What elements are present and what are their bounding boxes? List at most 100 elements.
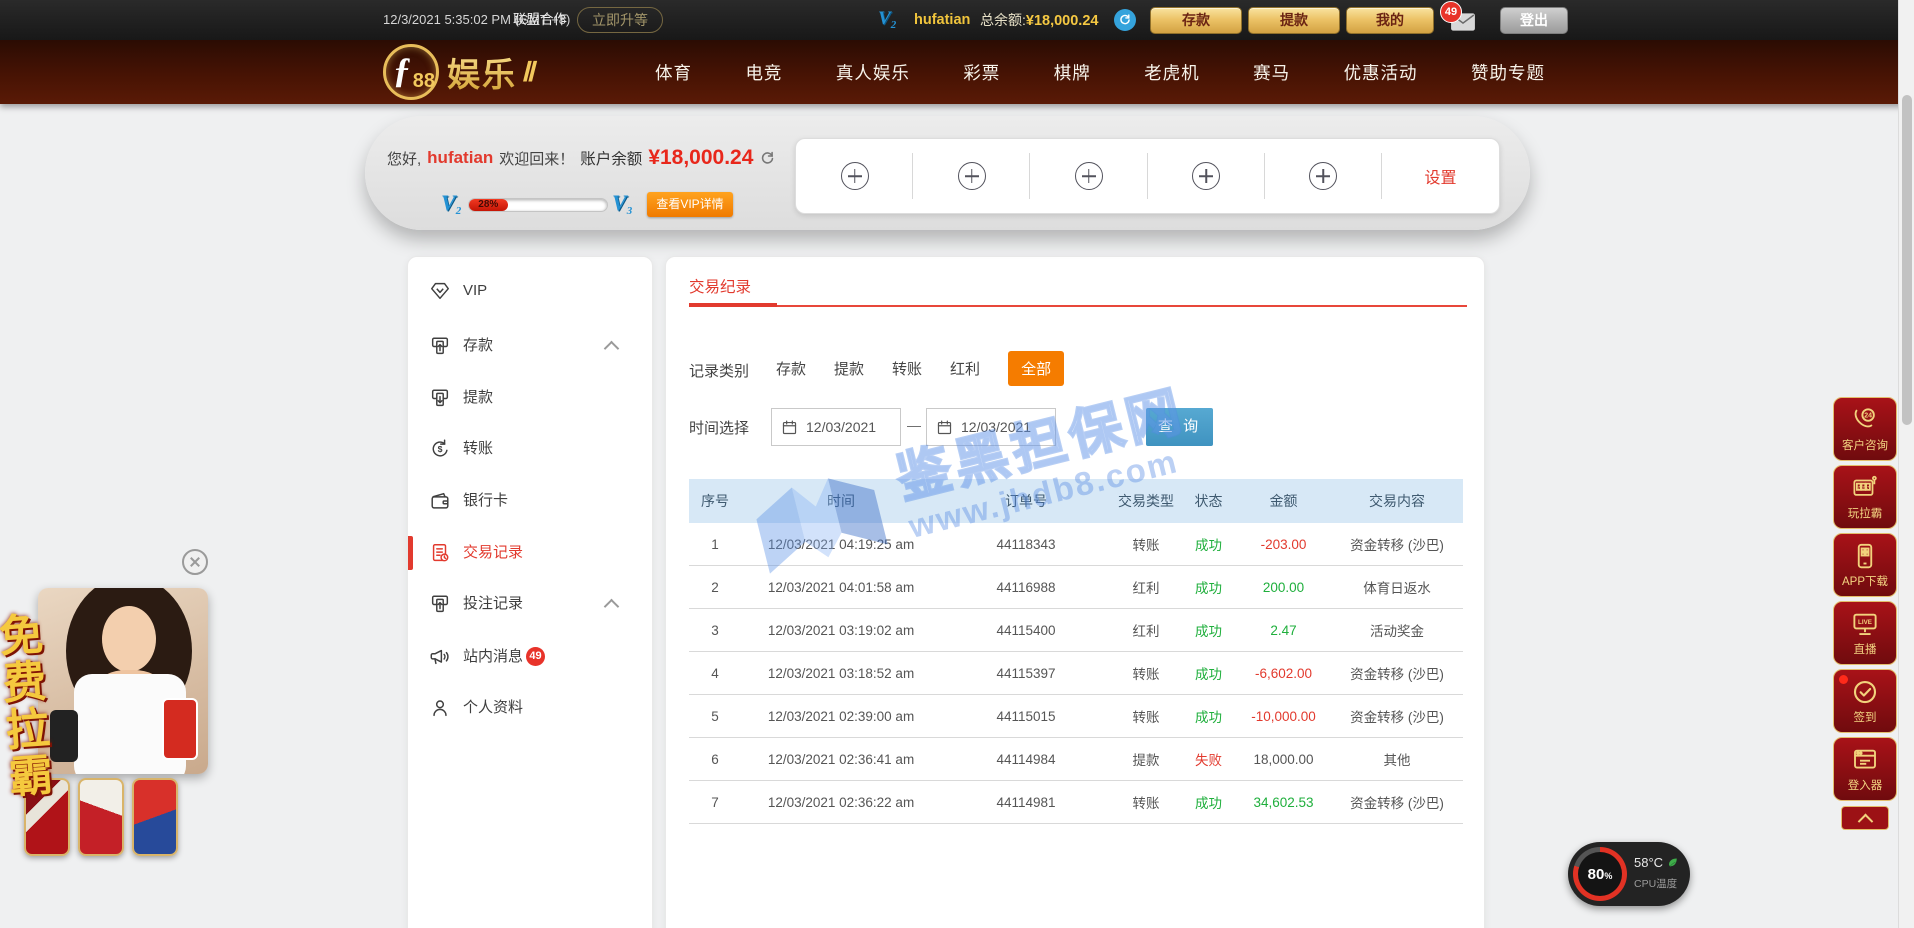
cell-type: 转账 (1111, 781, 1181, 824)
cell-no: 6 (689, 738, 741, 781)
nav-item-horse-racing[interactable]: 赛马 (1253, 60, 1290, 85)
promo-char: 费 (1, 657, 60, 708)
logo-glyph: ƒ (393, 49, 411, 91)
nav-item-esports[interactable]: 电竞 (745, 60, 782, 85)
page-scrollbar[interactable] (1898, 0, 1914, 928)
cell-status: 成功 (1181, 695, 1236, 738)
vip-level-icon: V2 (878, 8, 896, 31)
promo-thumbnail[interactable] (78, 778, 124, 856)
plus-circle-icon (958, 162, 986, 190)
topbar-username: hufatian (914, 0, 970, 40)
slots-button[interactable]: 777 玩拉霸 (1833, 465, 1897, 529)
scrollbar-thumb[interactable] (1902, 95, 1912, 425)
date-to-input[interactable]: 12/03/2021 (926, 408, 1056, 446)
vip-progress-bar: 28% (468, 198, 608, 212)
withdraw-button[interactable]: 提款 (1248, 7, 1340, 34)
settings-link[interactable]: 设置 (1382, 139, 1499, 213)
filter-option-withdraw[interactable]: 提款 (834, 358, 864, 379)
sidebar-item-profile[interactable]: 个人资料 (408, 688, 652, 728)
quick-add-slot-5[interactable] (1265, 139, 1382, 213)
sidebar-item-transfer[interactable]: $ 转账 (408, 429, 652, 469)
float-label: APP下载 (1842, 573, 1888, 589)
withdraw-icon (429, 387, 451, 409)
record-type-options: 存款 提款 转账 红利 全部 (776, 352, 1064, 384)
filter-option-bonus[interactable]: 红利 (950, 358, 980, 379)
refresh-account-icon[interactable] (759, 150, 776, 167)
sidebar-item-withdraw[interactable]: 提款 (408, 378, 652, 418)
app-download-button[interactable]: APP下载 (1833, 533, 1897, 597)
svg-text:7: 7 (1857, 485, 1860, 491)
refresh-balance-icon[interactable] (1114, 9, 1136, 31)
sidebar-item-bet-records[interactable]: 投注记录 (408, 584, 652, 624)
quick-add-slot-4[interactable] (1148, 139, 1265, 213)
vip-progress-row: V2 28% V3 查看VIP详情 (365, 192, 825, 220)
quick-add-slot-1[interactable] (796, 139, 913, 213)
upgrade-button[interactable]: 立即升等 (577, 7, 663, 33)
cell-no: 4 (689, 652, 741, 695)
search-button[interactable]: 查 询 (1146, 408, 1213, 446)
login-tool-button[interactable]: 登入器 (1833, 737, 1897, 801)
vip-progress-fill: 28% (469, 199, 508, 211)
date-from-input[interactable]: 12/03/2021 (771, 408, 901, 446)
sidebar-label: VIP (463, 271, 487, 311)
settings-label: 设置 (1424, 164, 1456, 188)
promo-banner[interactable]: 免 费 拉 霸 (0, 582, 212, 872)
site-logo[interactable]: ƒ 88 娱乐 Ⅱ (383, 40, 534, 104)
sidebar-label: 交易记录 (463, 533, 523, 573)
greeting: 您好, hufatian 欢迎回来！ 账户余额 ¥18,000.24 (387, 146, 776, 170)
nav-item-lottery[interactable]: 彩票 (963, 60, 1000, 85)
check-in-button[interactable]: 签到 (1833, 669, 1897, 733)
bank-card-icon (429, 490, 451, 512)
cell-amount: -10,000.00 (1236, 695, 1331, 738)
tab-active-underline (689, 303, 777, 307)
leaf-icon (1667, 857, 1679, 869)
sidebar-label: 个人资料 (463, 688, 523, 728)
nav-item-sports[interactable]: 体育 (655, 60, 692, 85)
cell-no: 2 (689, 566, 741, 609)
top-bar: 12/3/2021 5:35:02 PM (GMT +8) 联盟合作 立即升等 … (0, 0, 1914, 40)
nav-item-sponsorship[interactable]: 赞助专题 (1471, 60, 1545, 85)
cpu-label: CPU温度 (1634, 876, 1677, 891)
sidebar-item-transaction-records[interactable]: 交易记录 (408, 533, 652, 573)
promo-thumbnail[interactable] (132, 778, 178, 856)
sidebar-item-bank-card[interactable]: 银行卡 (408, 481, 652, 521)
filter-option-all-active[interactable]: 全部 (1008, 351, 1064, 386)
vip-v: V (878, 8, 891, 29)
filter-option-transfer[interactable]: 转账 (892, 358, 922, 379)
sidebar-item-vip[interactable]: VIP (408, 271, 652, 311)
promo-close-button[interactable] (182, 549, 208, 575)
quick-add-slot-3[interactable] (1030, 139, 1147, 213)
deposit-button[interactable]: 存款 (1150, 7, 1242, 34)
collapse-menu-button[interactable] (1841, 806, 1889, 830)
customer-service-button[interactable]: 24 客户咨询 (1833, 397, 1897, 461)
active-indicator (408, 536, 413, 570)
cell-time: 12/03/2021 03:19:02 am (741, 609, 941, 652)
notification-dot (1839, 675, 1848, 684)
sidebar-item-deposit[interactable]: 存款 (408, 326, 652, 366)
messages-button[interactable]: 49 (1440, 1, 1490, 39)
sidebar-label: 站内消息 (463, 637, 523, 677)
tab-transaction-records[interactable]: 交易纪录 (689, 275, 751, 297)
nav-item-board-games[interactable]: 棋牌 (1054, 60, 1091, 85)
nav-item-live-casino[interactable]: 真人娱乐 (836, 60, 910, 85)
live-stream-button[interactable]: LIVE 直播 (1833, 601, 1897, 665)
quick-add-slot-2[interactable] (913, 139, 1030, 213)
cpu-percent: 80 (1588, 866, 1605, 883)
alliance-link[interactable]: 联盟合作 (513, 0, 567, 40)
svg-text:7: 7 (1862, 485, 1865, 491)
transactions-table: 序号 时间 订单号 交易类型 状态 金额 交易内容 1 12/03/2021 0… (689, 479, 1463, 824)
plus-circle-icon (1075, 162, 1103, 190)
sidebar-item-messages[interactable]: 站内消息 49 (408, 637, 652, 677)
account-balance-value: ¥18,000.24 (648, 146, 753, 170)
cell-type: 转账 (1111, 652, 1181, 695)
vip-detail-button[interactable]: 查看VIP详情 (647, 192, 733, 217)
float-label: 玩拉霸 (1848, 505, 1883, 521)
filter-option-deposit[interactable]: 存款 (776, 358, 806, 379)
plus-circle-icon (1192, 162, 1220, 190)
nav-item-slots[interactable]: 老虎机 (1144, 60, 1200, 85)
logo-number: 88 (413, 70, 435, 93)
balance-label: 总余额: (980, 12, 1026, 28)
nav-item-promotions[interactable]: 优惠活动 (1344, 60, 1418, 85)
logout-button[interactable]: 登出 (1500, 7, 1568, 34)
mine-button[interactable]: 我的 (1346, 7, 1434, 34)
